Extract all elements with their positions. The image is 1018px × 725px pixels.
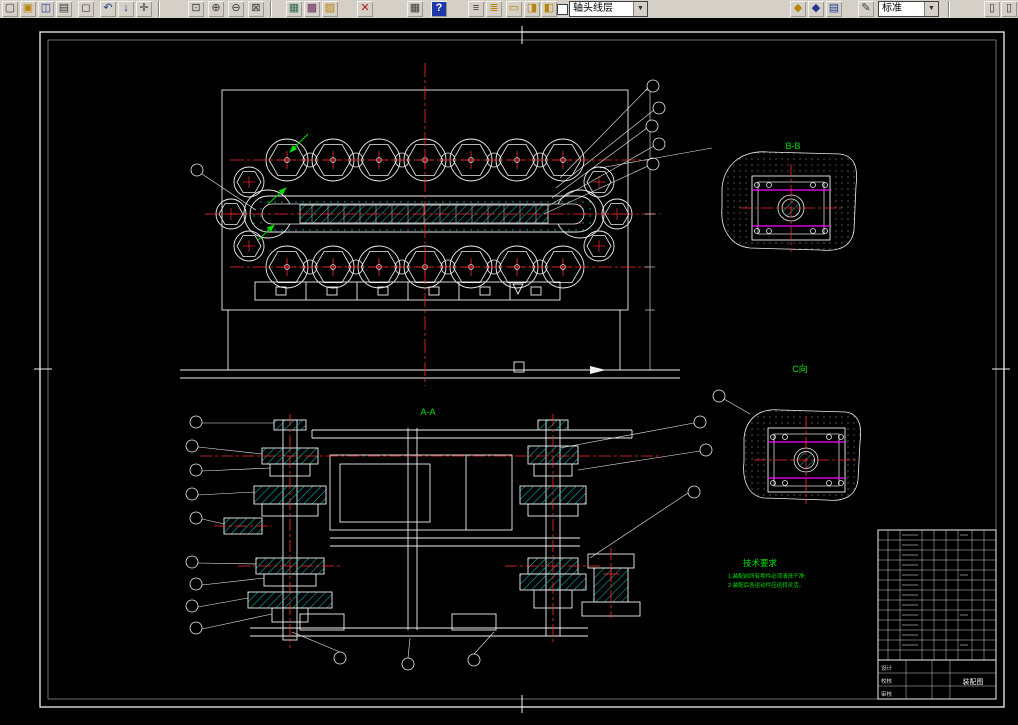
gold-gem-icon[interactable]: ◆ xyxy=(790,1,806,17)
zoom-in-icon[interactable]: ⊕ xyxy=(208,1,224,17)
layers-glyph: ≡ xyxy=(472,2,480,14)
down-arrow-glyph: ↓ xyxy=(123,2,129,14)
technical-notes: 技术要求 1.装配前所有零件必须清洗干净; 2.装配后各运动件应运转灵活。 xyxy=(728,558,806,589)
palette-glyph: ▤ xyxy=(828,2,840,14)
palette-icon[interactable]: ▤ xyxy=(826,1,842,17)
pencil-icon[interactable]: ✎ xyxy=(858,1,874,17)
section-bb-label: B-B xyxy=(785,141,800,151)
chevron-down-icon[interactable]: ▼ xyxy=(633,2,647,16)
blue-gem-icon[interactable]: ◆ xyxy=(808,1,824,17)
zoom-window-icon[interactable]: ⊡ xyxy=(188,1,204,17)
undo-glyph: ↶ xyxy=(103,2,113,14)
undo-icon[interactable]: ↶ xyxy=(100,1,116,17)
print-glyph: ▤ xyxy=(58,2,70,14)
auditor-label: 审核 xyxy=(881,690,893,698)
designer-label: 设计 xyxy=(881,664,893,672)
image-glyph-1: ▦ xyxy=(288,2,300,14)
layer-checkbox[interactable] xyxy=(557,4,568,15)
doc-icon-1[interactable]: ▯ xyxy=(984,1,1000,17)
yellow-layer-glyph: ◧ xyxy=(543,2,555,14)
section-aa-view: A-A xyxy=(185,407,713,671)
image-icon-3[interactable]: ▨ xyxy=(322,1,338,17)
checker-label: 校核 xyxy=(881,677,893,685)
print-preview-glyph: ◻ xyxy=(81,2,91,14)
plan-view xyxy=(180,63,713,386)
pencil-glyph: ✎ xyxy=(861,2,871,14)
erase-icon[interactable]: ✕ xyxy=(357,1,373,17)
title-block: 设计 校核 审核 装配图 xyxy=(877,529,997,700)
help-icon[interactable]: ? xyxy=(431,1,447,17)
cad-application-window: { "toolbar": { "dropdown_glyph": "▼", "l… xyxy=(0,0,1018,725)
drawing-name: 装配图 xyxy=(963,677,984,686)
view-c-label: C向 xyxy=(792,363,808,374)
yellow-page-icon[interactable]: ◨ xyxy=(524,1,540,17)
notes-line-1: 1.装配前所有零件必须清洗干净; xyxy=(728,572,806,580)
yellow-layer-icon[interactable]: ◧ xyxy=(541,1,557,17)
pan-icon[interactable]: ✛ xyxy=(136,1,152,17)
zoom-out-glyph: ⊖ xyxy=(231,2,241,14)
view-c: C向 xyxy=(712,363,862,504)
drawing-frame xyxy=(34,26,1010,713)
section-aa-label: A-A xyxy=(420,407,435,417)
layer-combo[interactable]: 轴头线层 ▼ xyxy=(569,1,648,17)
new-file-icon[interactable]: ▢ xyxy=(2,1,18,17)
print-preview-icon[interactable]: ◻ xyxy=(78,1,94,17)
layers-icon[interactable]: ≡ xyxy=(468,1,484,17)
aa-outline xyxy=(223,419,641,641)
style-combo-value: 标准 xyxy=(882,3,902,14)
table-grid-glyph: ▦ xyxy=(409,2,421,14)
section-bb-view: B-B xyxy=(721,141,857,252)
layer-props-glyph: ≣ xyxy=(489,2,499,14)
gold-gem-glyph: ◆ xyxy=(793,2,803,14)
zoom-out-icon[interactable]: ⊖ xyxy=(228,1,244,17)
yellow-page-glyph: ◨ xyxy=(526,2,538,14)
doc-icon-2[interactable]: ▯ xyxy=(1001,1,1017,17)
zoom-window-glyph: ⊡ xyxy=(191,2,201,14)
main-toolbar: ▢ ▣ ◫ ▤ ◻ ↶ ↓ ✛ ⊡ ⊕ ⊖ ⊠ ▦ ▩ ▨ ✕ ▦ ? ≡ ≣ … xyxy=(0,0,1018,19)
zoom-in-glyph: ⊕ xyxy=(211,2,221,14)
chevron-down-icon[interactable]: ▼ xyxy=(924,2,938,16)
help-glyph: ? xyxy=(435,2,443,14)
yellow-frame-icon[interactable]: ▭ xyxy=(506,1,522,17)
toolbar-separator xyxy=(158,1,160,17)
style-combo[interactable]: 标准 ▼ xyxy=(878,1,939,17)
notes-title: 技术要求 xyxy=(743,558,778,568)
layer-combo-value: 轴头线层 xyxy=(573,3,613,14)
drawing-canvas[interactable]: B-B C向 A-A 技术要求 1.装配前所有零件必须清洗干净; 2.装配后各运… xyxy=(0,18,1018,725)
down-arrow-icon[interactable]: ↓ xyxy=(118,1,134,17)
toolbar-separator xyxy=(948,1,950,17)
open-file-glyph: ▣ xyxy=(22,2,34,14)
zoom-extents-icon[interactable]: ⊠ xyxy=(248,1,264,17)
yellow-frame-glyph: ▭ xyxy=(508,2,520,14)
save-file-icon[interactable]: ◫ xyxy=(38,1,54,17)
image-glyph-2: ▩ xyxy=(306,2,318,14)
new-file-glyph: ▢ xyxy=(4,2,16,14)
doc-glyph-1: ▯ xyxy=(988,2,996,14)
view-direction-arrow xyxy=(590,366,606,374)
save-file-glyph: ◫ xyxy=(40,2,52,14)
table-grid-icon[interactable]: ▦ xyxy=(407,1,423,17)
blue-gem-glyph: ◆ xyxy=(811,2,821,14)
open-file-icon[interactable]: ▣ xyxy=(20,1,36,17)
print-icon[interactable]: ▤ xyxy=(56,1,72,17)
notes-line-2: 2.装配后各运动件应运转灵活。 xyxy=(728,581,804,589)
cad-drawing: B-B C向 A-A 技术要求 1.装配前所有零件必须清洗干净; 2.装配后各运… xyxy=(34,26,1010,713)
erase-glyph: ✕ xyxy=(360,2,370,14)
doc-glyph-2: ▯ xyxy=(1005,2,1013,14)
part-balloons-plan xyxy=(190,79,713,215)
image-icon-1[interactable]: ▦ xyxy=(286,1,302,17)
zoom-extents-glyph: ⊠ xyxy=(251,2,261,14)
image-glyph-3: ▨ xyxy=(324,2,336,14)
pan-glyph: ✛ xyxy=(139,2,149,14)
toolbar-separator xyxy=(270,1,272,17)
image-icon-2[interactable]: ▩ xyxy=(304,1,320,17)
layer-props-icon[interactable]: ≣ xyxy=(486,1,502,17)
